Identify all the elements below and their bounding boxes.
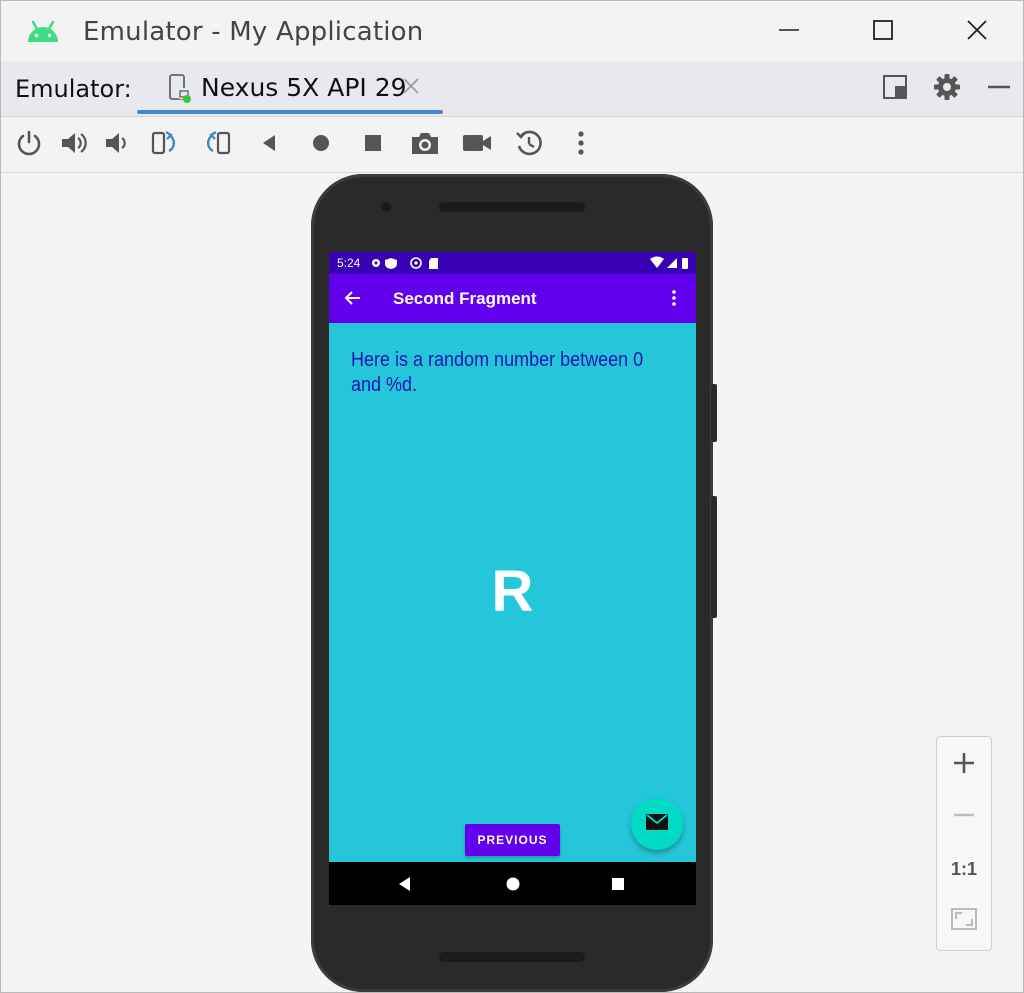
email-icon	[646, 813, 668, 835]
power-button[interactable]	[11, 127, 47, 163]
zoom-in-icon	[952, 751, 976, 780]
overflow-menu-icon[interactable]	[671, 288, 677, 313]
hide-icon	[986, 74, 1012, 105]
signal-icon	[667, 258, 677, 268]
settings-notification-icon	[372, 259, 380, 267]
nav-back-icon[interactable]	[397, 876, 413, 897]
title-bar: Emulator - My Application	[1, 1, 1023, 61]
app-bar-title: Second Fragment	[393, 289, 537, 308]
settings-button[interactable]	[929, 71, 965, 107]
maximize-button[interactable]	[858, 11, 908, 53]
fit-screen-button[interactable]	[937, 899, 991, 943]
volume-up-icon	[59, 129, 89, 162]
fit-screen-icon	[950, 905, 978, 938]
emulator-toolbar	[1, 117, 1023, 173]
home-button[interactable]	[303, 127, 339, 163]
navigation-bar	[329, 862, 696, 905]
android-icon	[25, 18, 61, 49]
shield-notification-icon	[385, 258, 397, 269]
rotate-left-icon	[149, 129, 181, 162]
screen-record-icon	[461, 129, 493, 162]
actual-size-button[interactable]: 1:1	[937, 847, 991, 891]
more-icon	[576, 129, 586, 162]
device-screen[interactable]: 5:24 Second Fragment Here is a random nu…	[329, 252, 696, 905]
close-icon[interactable]	[401, 76, 421, 101]
battery-icon	[682, 258, 688, 269]
email-fab[interactable]	[631, 798, 683, 850]
status-bar: 5:24	[329, 252, 696, 274]
rotate-left-button[interactable]	[147, 127, 183, 163]
window-mode-button[interactable]	[877, 71, 913, 107]
screenshot-button[interactable]	[407, 127, 443, 163]
emulator-tab-bar: Emulator: Nexus 5X API 29	[1, 61, 1023, 117]
tab-title: Nexus 5X API 29	[201, 73, 407, 102]
sd-card-notification-icon	[429, 258, 438, 269]
snapshot-button[interactable]	[511, 127, 547, 163]
close-icon	[965, 18, 989, 47]
previous-button[interactable]: PREVIOUS	[465, 824, 560, 856]
sync-notification-icon	[410, 257, 422, 269]
close-window-button[interactable]	[952, 11, 1002, 53]
emulator-label: Emulator:	[15, 75, 132, 103]
rotate-right-button[interactable]	[199, 127, 235, 163]
arrow-back-icon[interactable]	[343, 288, 363, 313]
back-icon	[257, 131, 281, 160]
status-time: 5:24	[337, 256, 361, 270]
nav-home-icon[interactable]	[505, 876, 521, 897]
active-tab-indicator	[137, 110, 443, 114]
hide-panel-button[interactable]	[981, 71, 1017, 107]
random-number-description: Here is a random number between 0 and %d…	[351, 349, 644, 396]
nav-overview-icon[interactable]	[610, 876, 626, 897]
emulator-window: Emulator - My Application Emulator: Nexu…	[0, 0, 1024, 993]
more-options-button[interactable]	[563, 127, 599, 163]
wifi-icon	[650, 256, 664, 268]
zoom-controls: 1:1	[936, 736, 992, 951]
minimize-button[interactable]	[764, 11, 814, 53]
power-icon	[15, 129, 43, 162]
volume-down-icon	[103, 129, 133, 162]
app-bar: Second Fragment	[329, 274, 696, 323]
screen-record-button[interactable]	[459, 127, 495, 163]
gear-icon	[933, 73, 961, 106]
zoom-in-button[interactable]	[937, 743, 991, 787]
minimize-icon	[777, 18, 801, 47]
zoom-out-button[interactable]	[937, 795, 991, 839]
maximize-icon	[871, 18, 895, 47]
zoom-out-icon	[952, 803, 976, 832]
overview-button[interactable]	[355, 127, 391, 163]
phone-device-icon	[167, 73, 193, 108]
tab-nexus-5x[interactable]: Nexus 5X API 29	[137, 61, 443, 116]
actual-size-label: 1:1	[950, 858, 977, 879]
back-button[interactable]	[251, 127, 287, 163]
screenshot-camera-icon	[410, 129, 440, 162]
home-icon	[309, 131, 333, 160]
window-title: Emulator - My Application	[83, 17, 424, 47]
snapshot-icon	[514, 128, 544, 163]
overview-icon	[361, 131, 385, 160]
rotate-right-icon	[201, 129, 233, 162]
volume-up-button[interactable]	[56, 127, 92, 163]
random-value-text: R	[491, 559, 534, 624]
window-mode-icon	[882, 74, 908, 105]
volume-down-button[interactable]	[100, 127, 136, 163]
